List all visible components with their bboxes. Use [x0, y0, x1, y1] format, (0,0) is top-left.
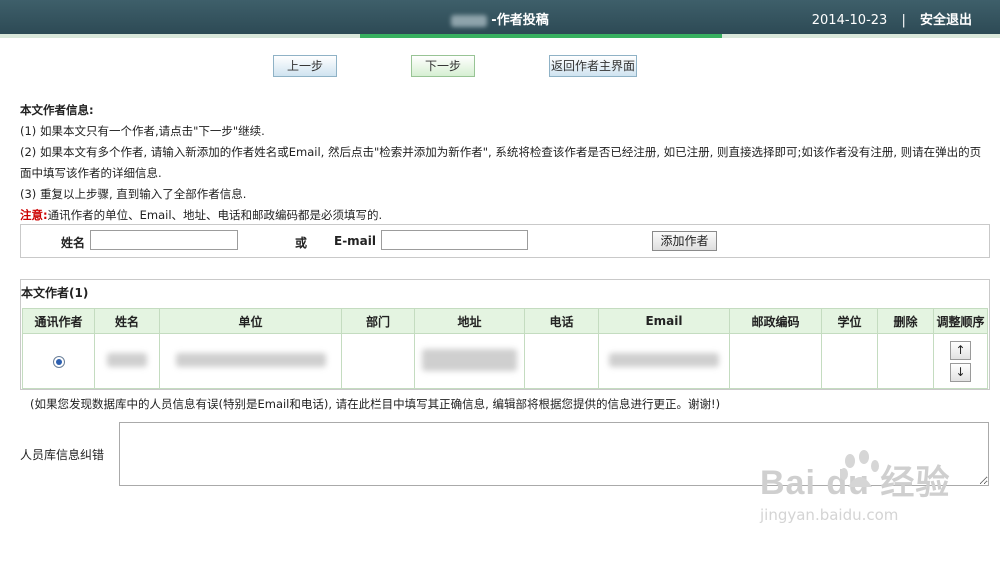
move-up-button[interactable]: ↑: [950, 340, 971, 360]
col-degree: 学位: [821, 308, 878, 334]
col-delete: 删除: [877, 308, 934, 334]
instructions-heading: 本文作者信息:: [20, 103, 94, 117]
redacted-name: [107, 352, 147, 367]
table-header-row: 通讯作者 姓名 单位 部门 地址 电话 Email 邮政编码 学位 删除 调整顺…: [22, 308, 988, 334]
col-name: 姓名: [94, 308, 160, 334]
address-cell: [414, 333, 525, 389]
header-right: 2014-10-23 | 安全退出: [812, 9, 972, 28]
name-label: 姓名: [61, 236, 86, 250]
authors-table: 通讯作者 姓名 单位 部门 地址 电话 Email 邮政编码 学位 删除 调整顺…: [22, 308, 988, 389]
current-date: 2014-10-23: [811, 13, 888, 28]
col-affiliation: 单位: [159, 308, 342, 334]
affiliation-cell: [159, 333, 342, 389]
watermark-site: jingyan.baidu.com: [760, 506, 899, 524]
department-cell: [341, 333, 415, 389]
author-name-input[interactable]: [90, 230, 238, 250]
add-author-button[interactable]: 添加作者: [652, 231, 717, 251]
col-corresponding: 通讯作者: [22, 308, 95, 334]
correction-label: 人员库信息纠错: [20, 448, 105, 462]
header-progress-line: [0, 34, 1000, 38]
header-bar: -作者投稿 2014-10-23 | 安全退出: [0, 0, 1000, 34]
col-phone: 电话: [524, 308, 599, 334]
instruction-step-3: (3) 重复以上步骤, 直到输入了全部作者信息.: [20, 187, 247, 201]
instruction-step-2: (2) 如果本文有多个作者, 请输入新添加的作者姓名或Email, 然后点击"检…: [20, 145, 982, 180]
logout-link[interactable]: 安全退出: [920, 13, 972, 28]
paw-icon: [840, 450, 879, 487]
delete-cell: [877, 333, 934, 389]
redacted-address: [422, 348, 517, 371]
reorder-cell: ↑ ↓: [933, 333, 988, 389]
col-address: 地址: [414, 308, 525, 334]
col-reorder: 调整顺序: [933, 308, 988, 334]
postcode-cell: [729, 333, 822, 389]
table-row: ↑ ↓: [22, 333, 988, 389]
redacted-journal-name: [451, 14, 488, 27]
col-email: Email: [598, 308, 730, 334]
authors-caption: 本文作者(1): [21, 286, 89, 300]
redacted-affiliation: [175, 352, 326, 367]
email-cell: [598, 333, 730, 389]
degree-cell: [821, 333, 878, 389]
instruction-note: 注意:通讯作者的单位、Email、地址、电话和邮政编码都是必须填写的.: [20, 205, 985, 226]
back-to-author-main-button[interactable]: 返回作者主界面: [549, 55, 637, 77]
author-email-input[interactable]: [381, 230, 528, 250]
add-author-form: 姓名 或 E-mail 添加作者: [20, 224, 990, 258]
progress-fill: [360, 34, 722, 38]
col-postcode: 邮政编码: [729, 308, 822, 334]
note-text: 通讯作者的单位、Email、地址、电话和邮政编码都是必须填写的.: [47, 208, 383, 222]
name-cell: [94, 333, 160, 389]
correction-note: (如果您发现数据库中的人员信息有误(特别是Email和电话), 请在此栏目中填写…: [30, 397, 721, 411]
or-label: 或: [295, 236, 308, 250]
corresponding-cell: [22, 333, 95, 389]
instruction-step-1: (1) 如果本文只有一个作者,请点击"下一步"继续.: [20, 124, 265, 138]
col-department: 部门: [341, 308, 415, 334]
baidu-watermark: Bai du 经验 jingyan.baidu.com: [760, 450, 950, 524]
authors-panel: 本文作者(1) 通讯作者 姓名 单位 部门 地址 电话 Email 邮政编码 学…: [20, 279, 990, 390]
instructions: 本文作者信息: (1) 如果本文只有一个作者,请点击"下一步"继续. (2) 如…: [20, 100, 985, 226]
redacted-email: [609, 352, 719, 367]
move-down-button[interactable]: ↓: [950, 362, 971, 382]
email-label: E-mail: [334, 234, 377, 248]
corresponding-author-radio[interactable]: [52, 355, 65, 368]
next-step-button[interactable]: 下一步: [411, 55, 475, 77]
prev-step-button[interactable]: 上一步: [273, 55, 337, 77]
header-separator: |: [901, 13, 906, 28]
phone-cell: [524, 333, 599, 389]
note-label: 注意:: [20, 208, 48, 222]
